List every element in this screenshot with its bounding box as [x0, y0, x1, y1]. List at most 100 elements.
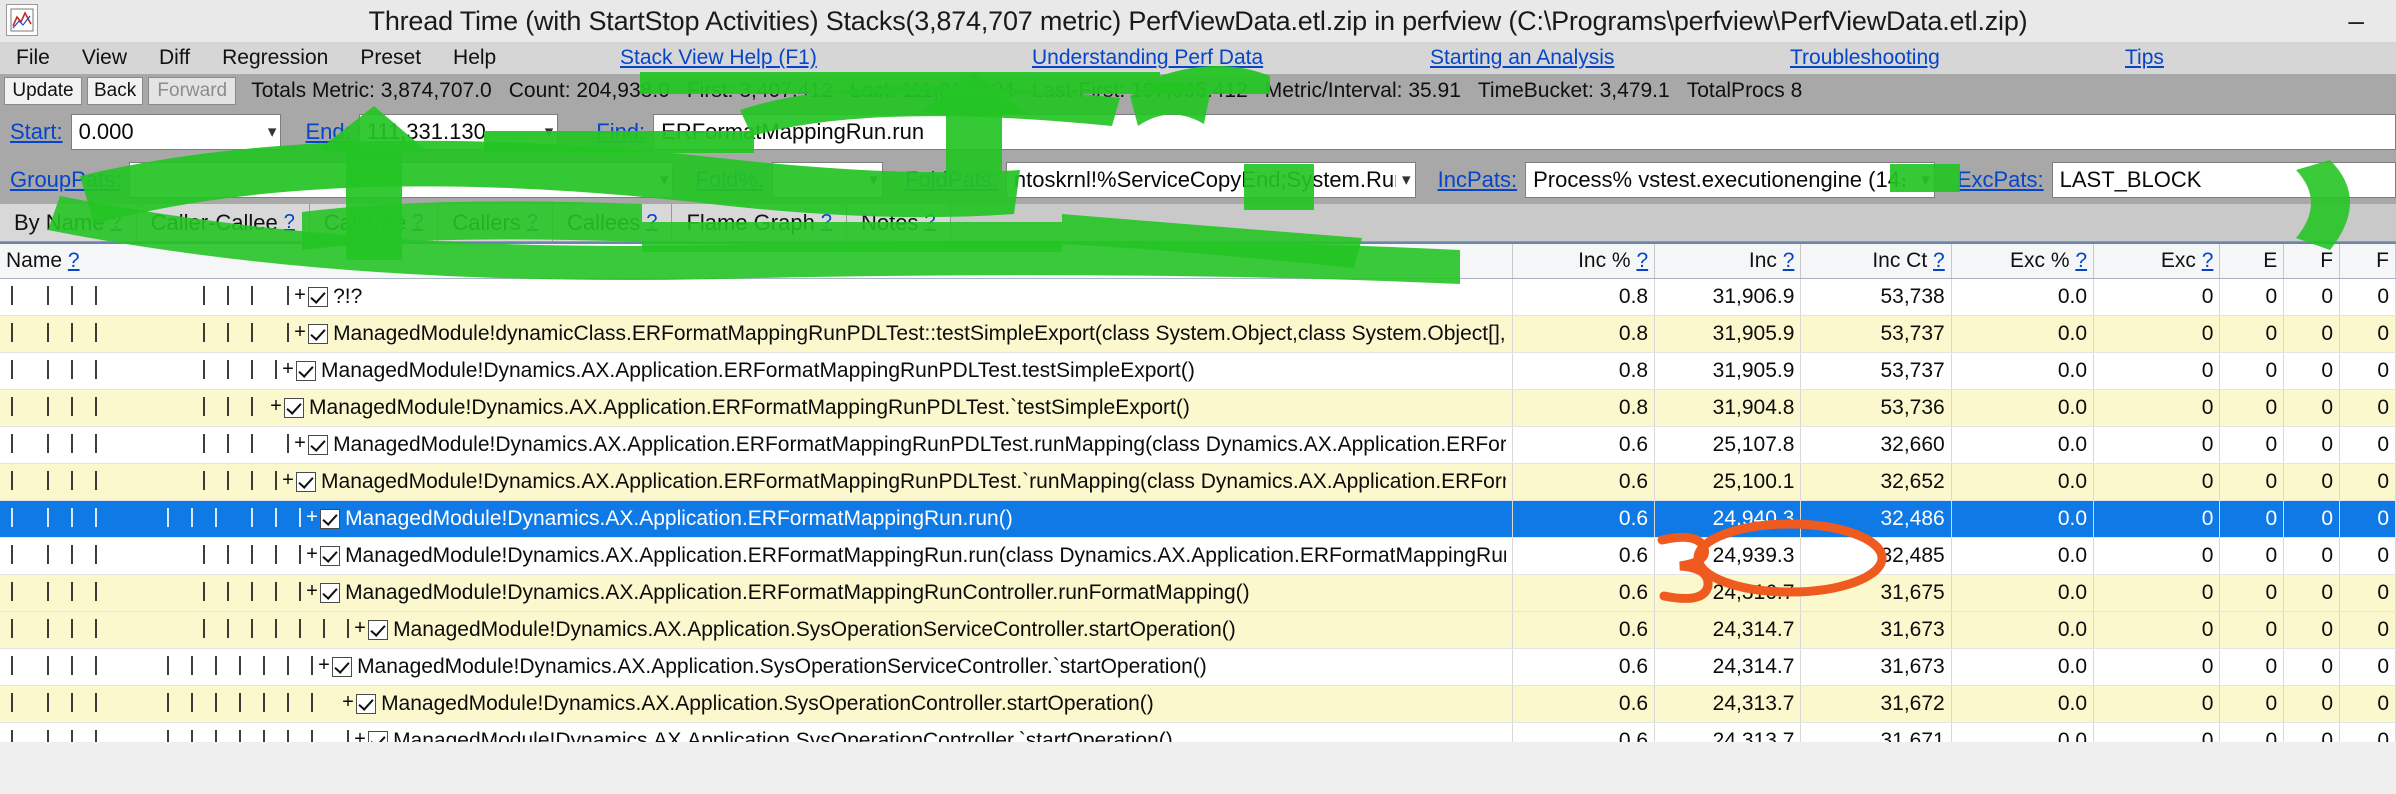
column-help-icon[interactable]: ?: [1783, 249, 1795, 272]
cell-name[interactable]: | | | | | | | | | | |+ ManagedModule!Dyna…: [0, 648, 1513, 686]
table-row[interactable]: | | | | | | | | | | | + ManagedModule!Dyn…: [0, 685, 2396, 723]
tab-notes-help-icon[interactable]: ?: [924, 211, 935, 234]
tab-flame-graph[interactable]: Flame Graph ?: [672, 204, 847, 241]
link-troubleshooting[interactable]: Troubleshooting: [1790, 46, 1940, 70]
forward-button[interactable]: Forward: [148, 77, 237, 105]
column-header-inc-ct[interactable]: Inc Ct ?: [1800, 244, 1952, 279]
table-row[interactable]: | | | | | | | | |+ ManagedModule!Dynamics…: [0, 537, 2396, 575]
link-tips[interactable]: Tips: [2125, 46, 2164, 70]
row-checkbox[interactable]: [308, 286, 329, 307]
table-row[interactable]: | | | | | | | |+?!? 0.8 31,906.9 53,738 0.0 0…: [0, 278, 2396, 316]
tab-caller-callee-help-icon[interactable]: ?: [284, 211, 295, 234]
menu-file[interactable]: File: [0, 46, 66, 70]
calltree-grid[interactable]: Name ? Inc % ? Inc ? Inc Ct ? Exc % ? Exc ? E F…: [0, 242, 2396, 742]
incpats-label[interactable]: IncPats:: [1438, 167, 1517, 193]
table-row[interactable]: | | | | | | | |+ ManagedModule!dynamicCla…: [0, 315, 2396, 353]
cell-name[interactable]: | | | | | | | |+ ManagedModule!Dynamics.A…: [0, 426, 1513, 464]
cell-name[interactable]: | | | | | | | | | | | |+ ManagedModule!Dy…: [0, 722, 1513, 742]
row-checkbox[interactable]: [320, 508, 341, 529]
table-row[interactable]: | | | | | | | | | | |+ ManagedModule!Dyna…: [0, 611, 2396, 649]
table-row[interactable]: | | | | | | | | |+ ManagedModule!Dynamics…: [0, 574, 2396, 612]
chevron-down-icon[interactable]: ▾: [1402, 170, 1411, 190]
column-help-icon[interactable]: ?: [1636, 249, 1648, 272]
grouppats-label[interactable]: GroupPats:: [10, 167, 121, 193]
column-header-inc[interactable]: Inc ?: [1654, 244, 1802, 279]
cell-name[interactable]: | | | | | | | |+ ManagedModule!Dynamics.A…: [0, 352, 1513, 390]
row-checkbox[interactable]: [308, 323, 329, 344]
cell-name[interactable]: | | | | | | | | |+ ManagedModule!Dynamics…: [0, 574, 1513, 612]
tab-caller-callee[interactable]: Caller-Callee ?: [136, 204, 310, 241]
chevron-down-icon[interactable]: ▾: [869, 170, 878, 190]
tab-flame-graph-help-icon[interactable]: ?: [821, 211, 832, 234]
row-checkbox[interactable]: [296, 471, 317, 492]
excpats-label[interactable]: ExcPats:: [1957, 167, 2044, 193]
cell-name[interactable]: | | | | | | | | | | |+ ManagedModule!Dyna…: [0, 611, 1513, 649]
table-row-selected[interactable]: | | | | | | | | | |+ ManagedModule!Dynami…: [0, 500, 2396, 538]
column-header-exc[interactable]: Exc ?: [2093, 244, 2221, 279]
column-help-icon[interactable]: ?: [2075, 249, 2087, 272]
chevron-down-icon[interactable]: ▾: [545, 122, 554, 142]
chevron-down-icon[interactable]: ▾: [268, 122, 277, 142]
tab-callers-help-icon[interactable]: ?: [527, 211, 538, 234]
end-input[interactable]: 111,331.130 ▾: [358, 114, 559, 150]
cell-name[interactable]: | | | | | | | | | |+ ManagedModule!Dynami…: [0, 500, 1513, 538]
table-row[interactable]: | | | | | | | | | | |+ ManagedModule!Dyna…: [0, 648, 2396, 686]
foldpats-label[interactable]: FoldPats:: [905, 167, 998, 193]
row-checkbox[interactable]: [368, 730, 389, 742]
row-checkbox[interactable]: [296, 360, 317, 381]
row-checkbox[interactable]: [284, 397, 305, 418]
menu-preset[interactable]: Preset: [344, 46, 437, 70]
foldpct-label[interactable]: Fold%:: [695, 167, 763, 193]
grouppats-input[interactable]: ▾: [129, 162, 674, 198]
link-starting-an-analysis[interactable]: Starting an Analysis: [1430, 46, 1614, 70]
incpats-input[interactable]: Process% vstest.executionengine (14։ ▾: [1525, 162, 1935, 198]
foldpats-input[interactable]: ntoskrnl!%ServiceCopyEnd;System.Run ▾: [1005, 162, 1416, 198]
chevron-down-icon[interactable]: ▾: [1921, 170, 1930, 190]
table-row[interactable]: | | | | | | | | | | | |+ ManagedModule!Dy…: [0, 722, 2396, 742]
cell-name[interactable]: | | | | | | | + ManagedModule!Dynamics.AX…: [0, 389, 1513, 427]
cell-name[interactable]: | | | | | | | | | | | + ManagedModule!Dyn…: [0, 685, 1513, 723]
column-help-icon[interactable]: ?: [1933, 249, 1945, 272]
minimize-button[interactable]: –: [2334, 7, 2378, 35]
menu-regression[interactable]: Regression: [206, 46, 344, 70]
column-header-e[interactable]: E: [2219, 244, 2285, 279]
end-label[interactable]: End:: [305, 119, 350, 145]
row-checkbox[interactable]: [332, 656, 353, 677]
tab-callers[interactable]: Callers ?: [438, 204, 553, 241]
row-checkbox[interactable]: [320, 582, 341, 603]
menu-help[interactable]: Help: [437, 46, 512, 70]
column-help-icon[interactable]: ?: [68, 249, 80, 272]
tab-calltree-help-icon[interactable]: ?: [412, 211, 423, 234]
start-input[interactable]: 0.000 ▾: [70, 114, 282, 150]
cell-name[interactable]: | | | | | | | | |+ ManagedModule!Dynamics…: [0, 537, 1513, 575]
foldpct-input[interactable]: ▾: [771, 162, 883, 198]
update-button[interactable]: Update: [4, 77, 82, 105]
column-header-exc[interactable]: Exc % ?: [1951, 244, 2095, 279]
chevron-down-icon[interactable]: ▾: [660, 170, 669, 190]
table-row[interactable]: | | | | | | | + ManagedModule!Dynamics.AX…: [0, 389, 2396, 427]
link-stack-view-help[interactable]: Stack View Help (F1): [620, 46, 817, 70]
tab-by-name-help-icon[interactable]: ?: [110, 211, 121, 234]
table-row[interactable]: | | | | | | | |+ ManagedModule!Dynamics.A…: [0, 352, 2396, 390]
tab-notes[interactable]: Notes ?: [846, 204, 951, 241]
cell-name[interactable]: | | | | | | | |+ ManagedModule!Dynamics.A…: [0, 463, 1513, 501]
menu-view[interactable]: View: [66, 46, 143, 70]
link-understanding-perf-data[interactable]: Understanding Perf Data: [1032, 46, 1263, 70]
excpats-input[interactable]: LAST_BLOCK: [2051, 162, 2396, 198]
tab-by-name[interactable]: By Name ?: [0, 204, 137, 241]
column-header-inc[interactable]: Inc % ?: [1512, 244, 1656, 279]
column-help-icon[interactable]: ?: [2202, 249, 2214, 272]
column-header-f[interactable]: F: [2339, 244, 2396, 279]
back-button[interactable]: Back: [87, 77, 144, 105]
column-header-f[interactable]: F: [2283, 244, 2341, 279]
find-input[interactable]: ERFormatMappingRun.run: [653, 114, 2396, 150]
cell-name[interactable]: | | | | | | | |+ ManagedModule!dynamicCla…: [0, 315, 1513, 353]
table-row[interactable]: | | | | | | | |+ ManagedModule!Dynamics.A…: [0, 426, 2396, 464]
find-label[interactable]: Find:: [596, 119, 645, 145]
cell-name[interactable]: | | | | | | | |+?!?: [0, 278, 1513, 316]
row-checkbox[interactable]: [356, 693, 377, 714]
tab-callees[interactable]: Callees ?: [552, 204, 673, 241]
row-checkbox[interactable]: [308, 434, 329, 455]
tab-callees-help-icon[interactable]: ?: [646, 211, 657, 234]
row-checkbox[interactable]: [320, 545, 341, 566]
